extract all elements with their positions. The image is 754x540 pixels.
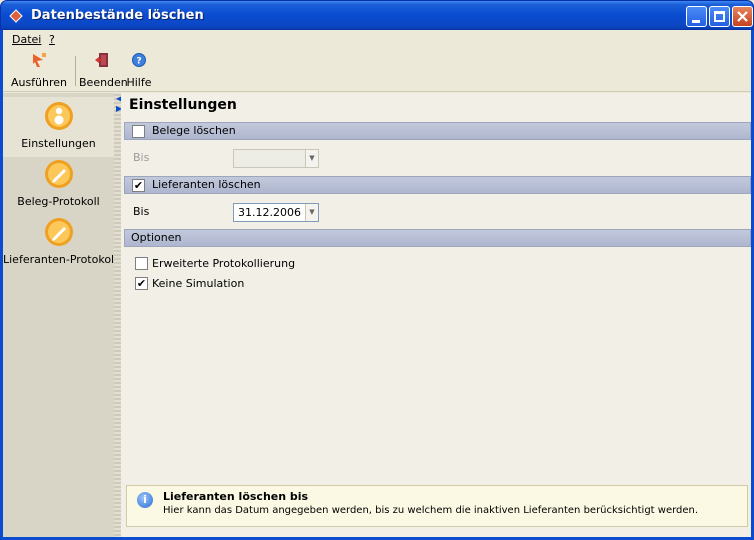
title-bar: Datenbestände löschen [0, 0, 754, 30]
menu-datei[interactable]: Datei [12, 33, 41, 46]
help-label: Hilfe [126, 76, 152, 89]
menu-help-label: ? [49, 33, 55, 46]
minimize-button[interactable] [686, 6, 707, 27]
exit-button[interactable]: Beenden [79, 52, 128, 89]
exit-label: Beenden [79, 76, 128, 89]
nav-label-beleg-protokoll: Beleg-Protokoll [17, 195, 100, 208]
optionen-label: Optionen [131, 231, 182, 244]
info-box: i Lieferanten löschen bis Hier kann das … [126, 485, 748, 527]
help-button[interactable]: ? Hilfe [125, 52, 153, 89]
lieferanten-bis-date[interactable]: 31.12.2006 ▼ [233, 203, 319, 222]
settings-icon [44, 102, 73, 130]
nav-label-einstellungen: Einstellungen [21, 137, 96, 150]
toolbar: Ausführen Beenden ? Hilfe [3, 50, 751, 92]
close-icon [737, 11, 748, 22]
settings-panel: Einstellungen Belege löschen Bis ▼ ✔ Lie… [121, 93, 751, 540]
nav-item-lieferanten-protokoll[interactable]: Lieferanten-Protokoll [3, 217, 118, 271]
erweiterte-protokollierung-checkbox[interactable] [135, 257, 148, 270]
lieferanten-bis-value: 31.12.2006 [238, 206, 301, 219]
splitter-handle[interactable] [114, 93, 121, 540]
lieferanten-checkbox[interactable]: ✔ [132, 179, 145, 192]
window-title: Datenbestände löschen [31, 8, 204, 23]
belege-bis-date: ▼ [233, 149, 319, 168]
info-icon: i [137, 492, 153, 508]
exit-icon [95, 53, 108, 67]
pencil-icon [44, 218, 73, 246]
nav-item-einstellungen[interactable]: Einstellungen [3, 97, 114, 157]
run-icon [33, 53, 46, 67]
belege-bis-label: Bis [133, 151, 150, 164]
menu-datei-label: Datei [12, 33, 42, 46]
minimize-icon [692, 20, 700, 23]
nav-label-lieferanten-protokoll: Lieferanten-Protokoll [3, 253, 118, 266]
section-optionen: Optionen [124, 229, 751, 247]
nav-item-beleg-protokoll[interactable]: Beleg-Protokoll [3, 159, 114, 213]
belege-checkbox[interactable] [132, 125, 145, 138]
maximize-icon [714, 11, 725, 22]
app-icon [9, 9, 23, 23]
info-text: Hier kann das Datum angegeben werden, bi… [163, 505, 699, 516]
close-button[interactable] [732, 6, 753, 27]
svg-text:?: ? [136, 57, 141, 67]
lieferanten-bis-label: Bis [133, 205, 150, 218]
page-title: Einstellungen [129, 97, 237, 113]
run-label: Ausführen [10, 76, 68, 89]
section-lieferanten: ✔ Lieferanten löschen [124, 176, 751, 194]
dropdown-arrow-icon: ▼ [305, 150, 318, 167]
pencil-icon [44, 160, 73, 188]
run-button[interactable]: Ausführen [7, 52, 71, 89]
dropdown-arrow-icon[interactable]: ▼ [305, 204, 318, 221]
erweiterte-protokollierung-label: Erweiterte Protokollierung [152, 257, 296, 270]
belege-label: Belege löschen [152, 124, 236, 137]
side-navigation: Einstellungen Beleg-Protokoll Lieferante… [3, 93, 118, 540]
info-title: Lieferanten löschen bis [163, 490, 309, 503]
keine-simulation-checkbox[interactable]: ✔ [135, 277, 148, 290]
menu-help[interactable]: ? [49, 33, 55, 46]
help-icon: ? [132, 53, 146, 67]
keine-simulation-label: Keine Simulation [152, 277, 245, 290]
maximize-button[interactable] [709, 6, 730, 27]
section-belege: Belege löschen [124, 122, 751, 140]
menu-bar: Datei ? [3, 30, 751, 50]
lieferanten-label: Lieferanten löschen [152, 178, 261, 191]
toolbar-separator [75, 56, 76, 86]
